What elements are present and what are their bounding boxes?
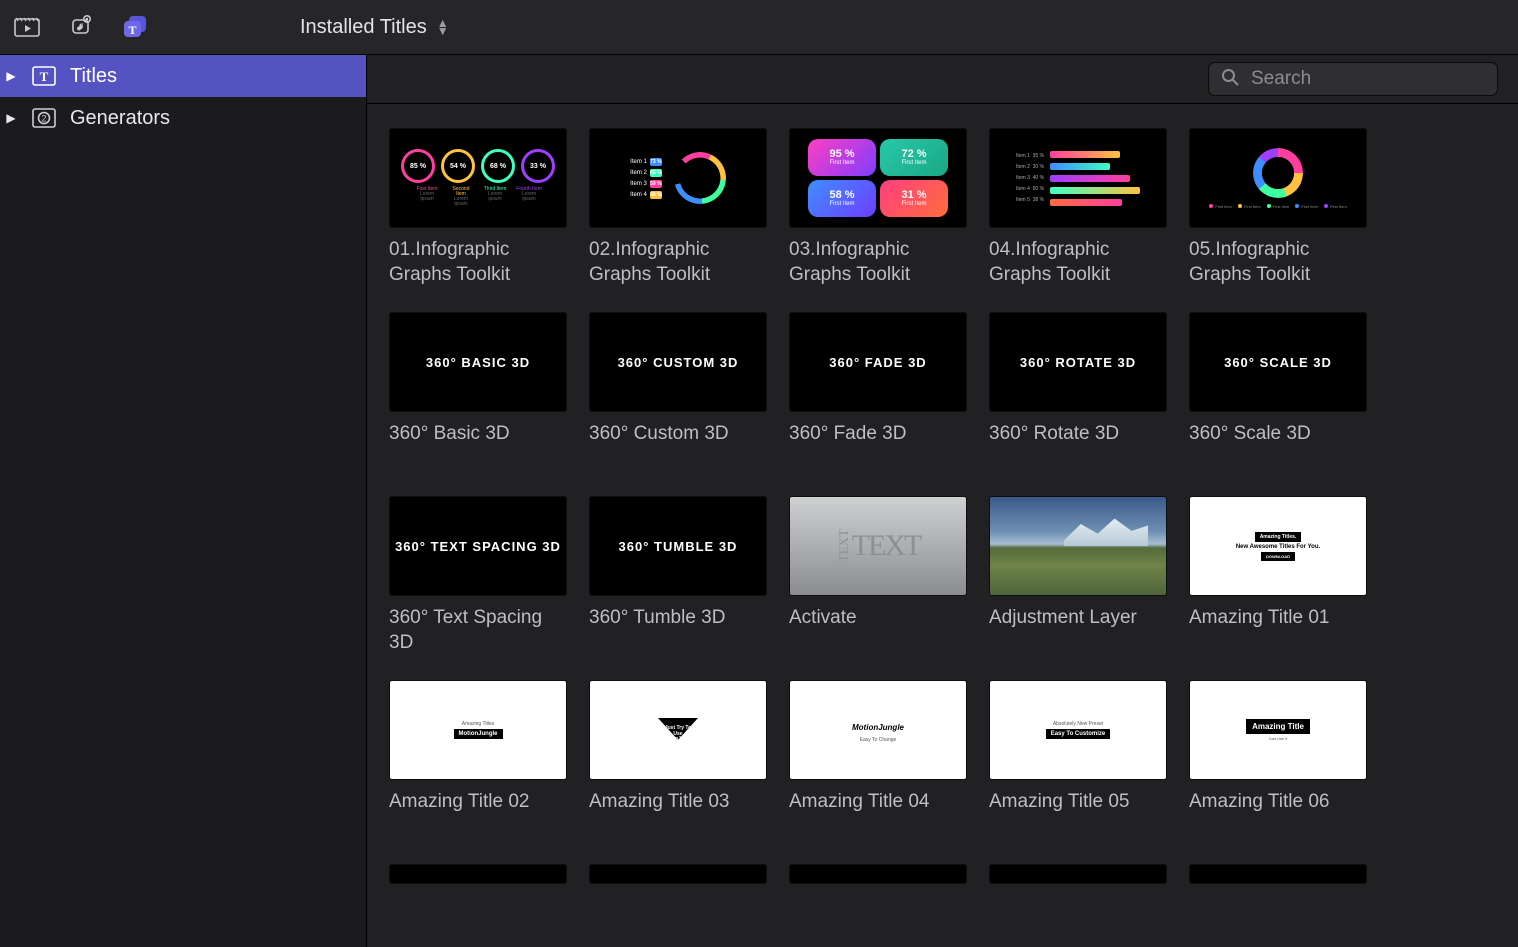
sidebar-item-label: Generators xyxy=(70,107,170,130)
search-icon xyxy=(1221,68,1239,91)
titles-category-icon: T xyxy=(30,64,58,88)
tile-label: 04.Infographic Graphs Toolkit xyxy=(989,238,1167,288)
tile-label: Amazing Title 04 xyxy=(789,790,967,840)
title-tile[interactable]: Amazing Titles MotionJungleAmazing Title… xyxy=(389,680,567,840)
title-tile[interactable]: TEXTTEXTActivate xyxy=(789,496,967,656)
disclosure-triangle-icon[interactable]: ▶ xyxy=(4,111,18,125)
tile-label: Amazing Title 03 xyxy=(589,790,767,840)
content-header xyxy=(367,55,1518,104)
titles-grid: 85 %54 %68 %33 % First ItemLorem ipsumSe… xyxy=(389,128,1502,884)
titles-browser-icon[interactable]: T xyxy=(108,0,162,54)
generators-category-icon: 2 xyxy=(30,106,58,130)
title-tile[interactable]: Amazing Title Just Use ItAmazing Title 0… xyxy=(1189,680,1367,840)
title-tile[interactable]: 360° BASIC 3D360° Basic 3D xyxy=(389,312,567,472)
tile-label: 360° Tumble 3D xyxy=(589,606,767,656)
tile-label: 360° Basic 3D xyxy=(389,422,567,472)
title-tile[interactable]: Item 173 %Item 265 %Item 359 %Item 449 %… xyxy=(589,128,767,288)
media-browser-icon[interactable] xyxy=(0,0,54,54)
tile-label: Adjustment Layer xyxy=(989,606,1167,656)
tile-label: 360° Text Spacing 3D xyxy=(389,606,567,656)
title-tile[interactable]: Just Try To UseMotionJungleItemsAmazing … xyxy=(589,680,767,840)
category-dropdown-label: Installed Titles xyxy=(300,16,427,39)
sidebar-item-titles[interactable]: ▶ T Titles xyxy=(0,55,366,97)
svg-text:T: T xyxy=(40,69,49,84)
title-tile[interactable]: 360° TUMBLE 3D360° Tumble 3D xyxy=(589,496,767,656)
title-tile[interactable]: MotionJungle Easy To ChangeAmazing Title… xyxy=(789,680,967,840)
title-tile[interactable]: Item 1 35 %Item 2 30 %Item 3 40 %Item 4 … xyxy=(989,128,1167,288)
tile-label: 03.Infographic Graphs Toolkit xyxy=(789,238,967,288)
svg-text:T: T xyxy=(128,23,136,37)
tile-label: 360° Rotate 3D xyxy=(989,422,1167,472)
tile-label: Amazing Title 05 xyxy=(989,790,1167,840)
tile-label: 360° Custom 3D xyxy=(589,422,767,472)
title-tile[interactable]: 360° FADE 3D360° Fade 3D xyxy=(789,312,967,472)
title-tile[interactable]: 360° TEXT SPACING 3D360° Text Spacing 3D xyxy=(389,496,567,656)
dropdown-arrows-icon: ▲▼ xyxy=(437,19,449,35)
title-tile[interactable]: First ItemFirst ItemFirst ItemFirst Item… xyxy=(1189,128,1367,288)
tile-label: 01.Infographic Graphs Toolkit xyxy=(389,238,567,288)
title-tile[interactable]: Adjustment Layer xyxy=(989,496,1167,656)
title-tile[interactable]: Amazing Titles. New Awesome Titles For Y… xyxy=(1189,496,1367,656)
tile-label: Activate xyxy=(789,606,967,656)
title-tile[interactable]: 85 %54 %68 %33 % First ItemLorem ipsumSe… xyxy=(389,128,567,288)
disclosure-triangle-icon[interactable]: ▶ xyxy=(4,69,18,83)
title-tile[interactable]: 95 %First Item72 %First Item58 %First It… xyxy=(789,128,967,288)
title-tile[interactable] xyxy=(389,864,567,884)
title-tile[interactable] xyxy=(989,864,1167,884)
title-tile[interactable]: 360° SCALE 3D360° Scale 3D xyxy=(1189,312,1367,472)
tile-label: 360° Scale 3D xyxy=(1189,422,1367,472)
sidebar-item-generators[interactable]: ▶ 2 Generators xyxy=(0,97,366,139)
sidebar: ▶ T Titles ▶ 2 Generators xyxy=(0,55,367,947)
category-dropdown[interactable]: Installed Titles ▲▼ xyxy=(300,16,449,39)
sidebar-item-label: Titles xyxy=(70,65,117,88)
title-tile[interactable]: 360° CUSTOM 3D360° Custom 3D xyxy=(589,312,767,472)
tile-label: Amazing Title 01 xyxy=(1189,606,1367,656)
tile-label: 02.Infographic Graphs Toolkit xyxy=(589,238,767,288)
search-input[interactable] xyxy=(1249,67,1498,91)
audio-browser-icon[interactable] xyxy=(54,0,108,54)
toolbar: T Installed Titles ▲▼ xyxy=(0,0,1518,55)
tile-label: 360° Fade 3D xyxy=(789,422,967,472)
title-tile[interactable] xyxy=(789,864,967,884)
svg-text:2: 2 xyxy=(41,114,46,124)
search-box[interactable] xyxy=(1208,62,1498,96)
title-tile[interactable]: Absolutely New Preset Easy To CustomizeA… xyxy=(989,680,1167,840)
title-tile[interactable] xyxy=(1189,864,1367,884)
titles-grid-scroll[interactable]: 85 %54 %68 %33 % First ItemLorem ipsumSe… xyxy=(367,104,1518,947)
title-tile[interactable]: 360° ROTATE 3D360° Rotate 3D xyxy=(989,312,1167,472)
title-tile[interactable] xyxy=(589,864,767,884)
tile-label: 05.Infographic Graphs Toolkit xyxy=(1189,238,1367,288)
content-area: 85 %54 %68 %33 % First ItemLorem ipsumSe… xyxy=(367,55,1518,947)
tile-label: Amazing Title 02 xyxy=(389,790,567,840)
tile-label: Amazing Title 06 xyxy=(1189,790,1367,840)
